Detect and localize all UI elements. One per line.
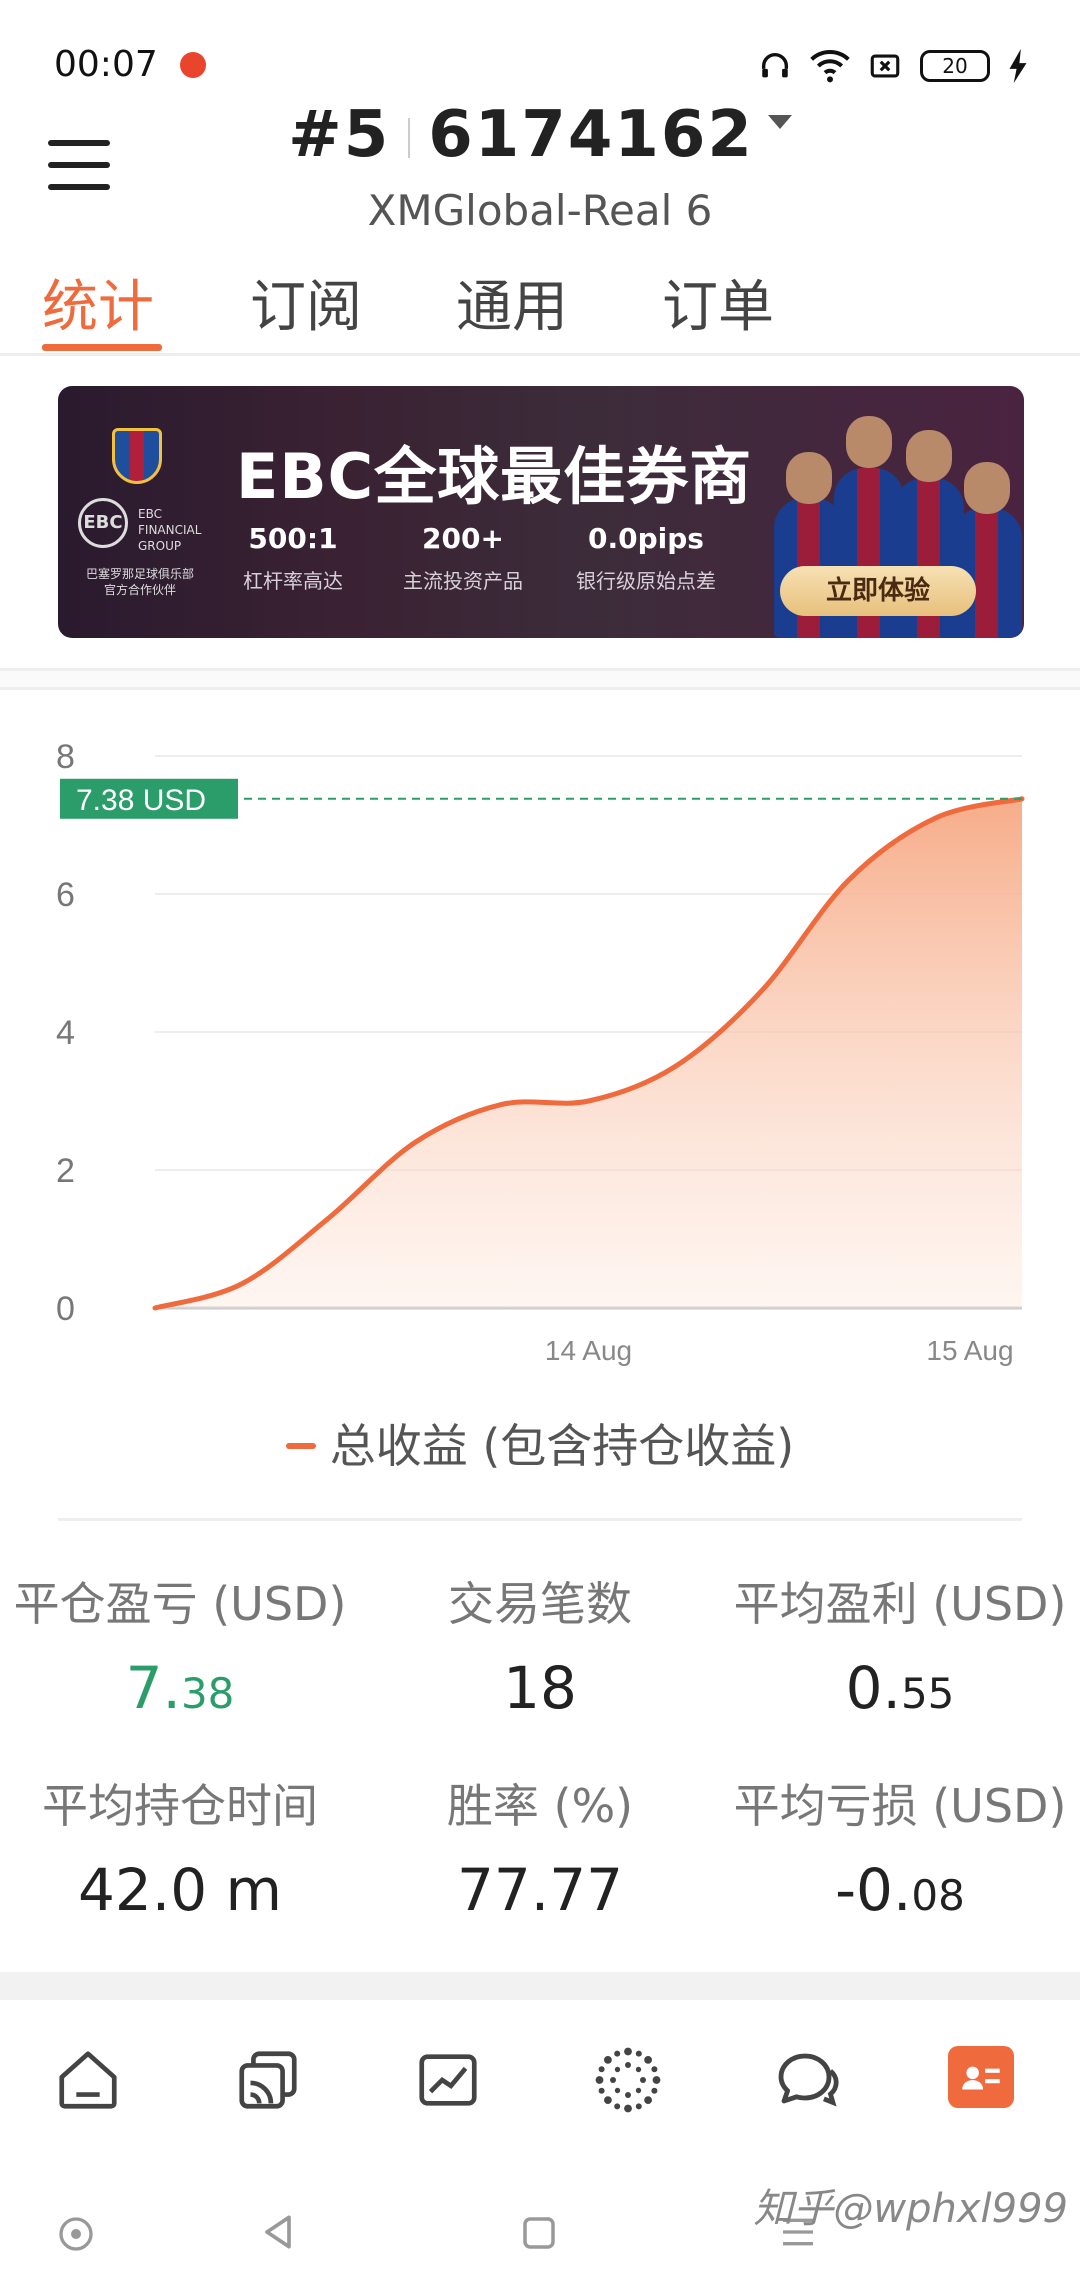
ebc-logo: EBC xyxy=(78,498,128,548)
stat-label: 交易笔数 xyxy=(448,1577,632,1631)
banner-stat-products: 200+ 主流投资产品 xyxy=(403,522,523,593)
y-tick-label: 2 xyxy=(56,1152,75,1190)
stat-win-rate: 胜率 (%) 77.77 xyxy=(360,1770,720,1924)
home-icon[interactable] xyxy=(48,2040,128,2120)
tab-statistics[interactable]: 统计 xyxy=(42,262,154,343)
stat-label: 胜率 (%) xyxy=(446,1779,634,1833)
profile-card-icon[interactable] xyxy=(948,2046,1014,2108)
chart-icon[interactable] xyxy=(408,2040,488,2120)
stat-trade-count: 交易笔数 18 xyxy=(360,1568,720,1722)
account-selector[interactable]: #5 6174162 xyxy=(0,98,1080,172)
back-button[interactable] xyxy=(256,2210,300,2258)
promo-banner[interactable]: EBC EBC FINANCIAL GROUP 巴塞罗那足球俱乐部 官方合作伙伴… xyxy=(58,386,1024,638)
legend-swatch xyxy=(285,1442,316,1449)
stat-avg-loss: 平均亏损 (USD) -0.08 xyxy=(720,1770,1080,1924)
ebc-logo-subtitle: EBC FINANCIAL GROUP xyxy=(138,507,202,553)
section-gap xyxy=(0,1972,1080,2000)
bottom-navigation xyxy=(0,2010,1080,2140)
banner-stat-leverage: 500:1 杠杆率高达 xyxy=(243,522,343,593)
stat-value: 77.77 xyxy=(456,1856,624,1924)
notification-app-icon xyxy=(180,52,206,78)
banner-title: EBC全球最佳券商 xyxy=(236,440,753,513)
banner-stat-spread: 0.0pips 银行级原始点差 xyxy=(576,522,716,593)
club-crest-icon xyxy=(112,428,162,484)
stat-label: 平均亏损 (USD) xyxy=(733,1779,1067,1833)
stat-value: 18 xyxy=(503,1654,577,1722)
sim-off-icon xyxy=(870,54,900,78)
stat-closed-pnl: 平仓盈亏 (USD) 7.38 xyxy=(0,1568,360,1722)
server-name: XMGlobal-Real 6 xyxy=(367,186,713,235)
assistant-button[interactable] xyxy=(56,2214,96,2258)
stat-value: -0.08 xyxy=(835,1856,965,1924)
tab-subscribe[interactable]: 订阅 xyxy=(250,262,362,343)
community-icon[interactable] xyxy=(588,2040,668,2120)
status-time: 00:07 xyxy=(54,44,158,85)
wifi-icon xyxy=(810,50,850,83)
stat-avg-hold-time: 平均持仓时间 42.0 m xyxy=(0,1770,360,1924)
legend-label: 总收益 (包含持仓收益) xyxy=(329,1419,795,1473)
headphones-icon xyxy=(761,53,789,78)
active-tab-indicator xyxy=(42,344,162,351)
chart-legend: 总收益 (包含持仓收益) xyxy=(0,1410,1080,1476)
tab-orders[interactable]: 订单 xyxy=(662,262,774,343)
home-system-button[interactable] xyxy=(518,2212,560,2258)
try-now-button[interactable]: 立即体验 xyxy=(780,566,976,616)
current-value-label: 7.38 USD xyxy=(76,784,206,817)
account-separator xyxy=(408,118,411,159)
stat-label: 平仓盈亏 (USD) xyxy=(13,1577,347,1631)
partner-text: 巴塞罗那足球俱乐部 官方合作伙伴 xyxy=(85,567,194,597)
tab-general[interactable]: 通用 xyxy=(456,262,568,343)
chart-separator xyxy=(58,1518,1022,1521)
chat-icon[interactable] xyxy=(768,2040,848,2120)
account-prefix: #5 xyxy=(288,98,391,172)
watermark: 知乎@wphxl999 xyxy=(753,2186,1068,2232)
stat-value: 0.55 xyxy=(845,1654,955,1722)
x-tick-label: 14 Aug xyxy=(545,1335,632,1366)
battery-icon: 20 xyxy=(920,50,990,82)
charging-icon xyxy=(1009,49,1027,83)
y-tick-label: 6 xyxy=(56,876,75,914)
section-divider xyxy=(0,668,1080,690)
stat-label: 平均盈利 (USD) xyxy=(733,1577,1067,1631)
y-tick-label: 8 xyxy=(56,738,75,776)
profit-chart-svg: 7.38 USD 8 6 4 2 0 14 Aug 15 Aug xyxy=(56,738,1025,1366)
status-icons: 20 xyxy=(758,46,1028,86)
stat-value: 7.38 xyxy=(125,1654,235,1722)
dropdown-caret-icon[interactable] xyxy=(767,115,792,130)
copy-signal-icon[interactable] xyxy=(228,2040,308,2120)
stat-avg-profit: 平均盈利 (USD) 0.55 xyxy=(720,1568,1080,1722)
profit-area-fill xyxy=(155,798,1022,1308)
stat-label: 平均持仓时间 xyxy=(42,1779,318,1833)
account-number: 6174162 xyxy=(428,98,754,172)
profit-chart[interactable]: 7.38 USD 8 6 4 2 0 14 Aug 15 Aug xyxy=(0,700,1080,1400)
stat-value: 42.0 m xyxy=(77,1856,283,1924)
y-tick-label: 4 xyxy=(56,1014,75,1052)
x-tick-label: 15 Aug xyxy=(926,1335,1013,1366)
tab-bar: 统计 订阅 通用 订单 xyxy=(0,262,1080,356)
y-tick-label: 0 xyxy=(56,1290,75,1328)
